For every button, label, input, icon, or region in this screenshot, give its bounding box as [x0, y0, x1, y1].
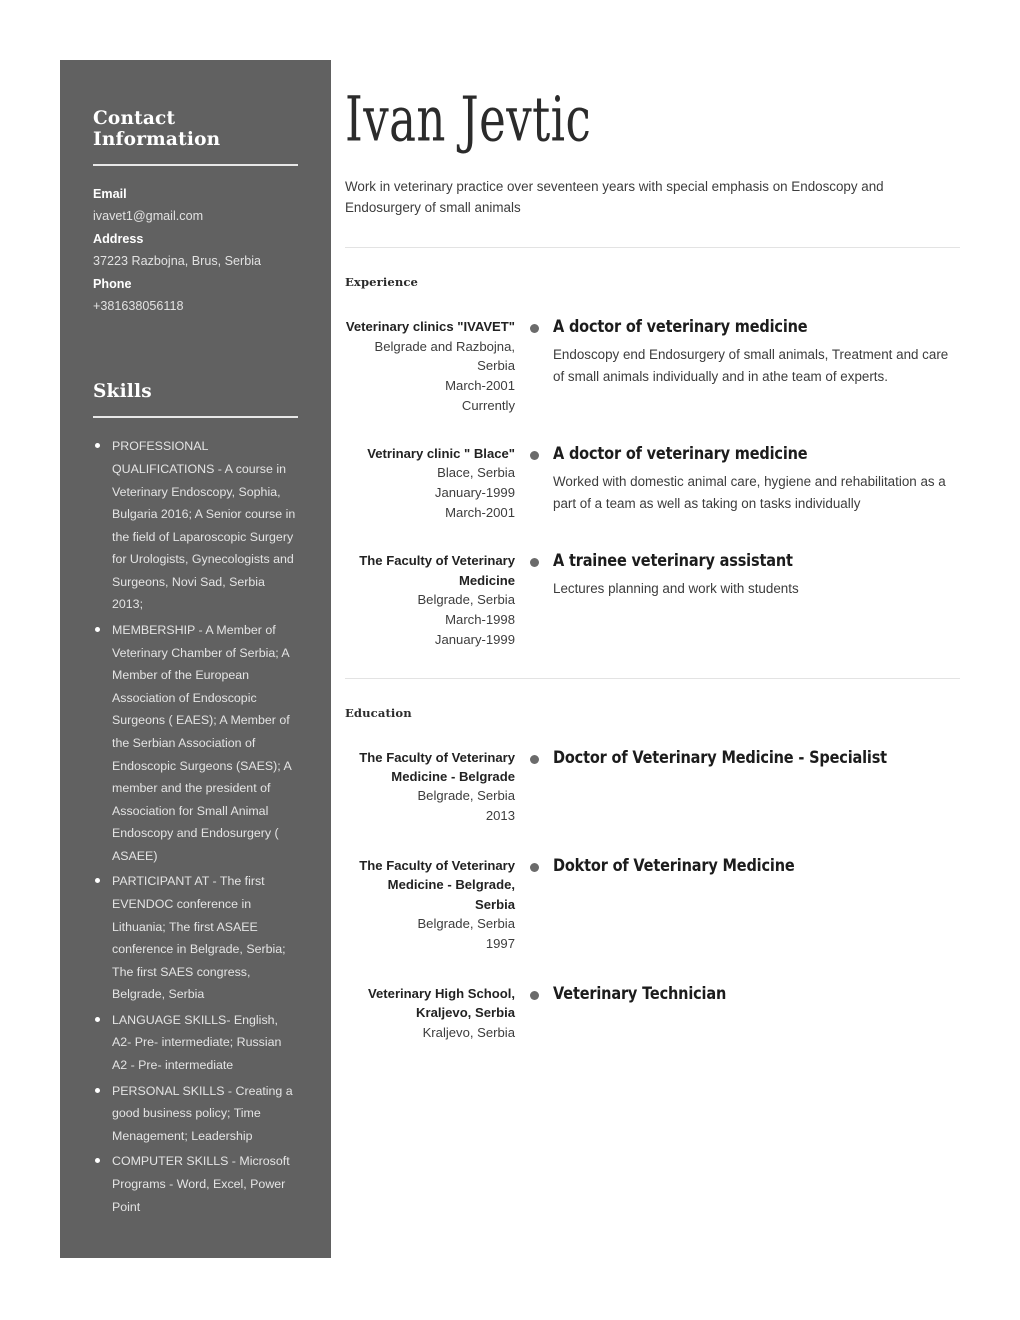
entry-bullet: [515, 748, 553, 827]
entry-start-date: March-2001: [445, 378, 515, 394]
entry-meta: Vetrinary clinic " Blace" Blace, Serbia …: [345, 444, 515, 523]
education-section-title: Education: [345, 705, 412, 720]
entry-meta: The Faculty of Veterinary Medicine - Bel…: [345, 748, 515, 827]
entry-meta: Veterinary High School, Kraljevo, Serbia…: [345, 984, 515, 1043]
section-divider-experience: [345, 247, 960, 249]
entry-bullet: [515, 984, 553, 1043]
entry-body: A doctor of veterinary medicine Worked w…: [553, 444, 960, 523]
sidebar: Contact Information Email ivavet1@gmail.…: [60, 60, 331, 1258]
job-description: Lectures planning and work with students: [553, 580, 799, 596]
school-name: The Faculty of Veterinary Medicine - Bel…: [359, 749, 515, 784]
entry-end-date: Currently: [461, 398, 515, 414]
contact-label-address: Address: [93, 231, 144, 246]
experience-entries: Veterinary clinics "IVAVET" Belgrade and…: [345, 317, 960, 649]
entry-meta: The Faculty of Veterinary Medicine - Bel…: [345, 856, 515, 954]
list-item: PERSONAL SKILLS - Creating a good busine…: [93, 1080, 298, 1148]
degree-title: Doktor of Veterinary Medicine: [553, 856, 795, 876]
school-name: Veterinary High School, Kraljevo, Serbia: [368, 986, 515, 1021]
bullet-dot-icon: [529, 863, 539, 873]
resume-page: Contact Information Email ivavet1@gmail.…: [0, 0, 1020, 1320]
bullet-dot-icon: [529, 991, 539, 1000]
page-title: Ivan Jevtic: [345, 83, 592, 156]
skills-list: PROFESSIONAL QUALIFICATIONS - A course i…: [93, 435, 298, 1218]
organization-name: The Faculty of Veterinary Medicine: [359, 553, 515, 588]
experience-entry: The Faculty of Veterinary Medicine Belgr…: [345, 551, 960, 649]
job-description: Worked with domestic animal care, hygien…: [553, 473, 946, 511]
list-item: COMPUTER SKILLS - Microsoft Programs - W…: [93, 1150, 298, 1218]
entry-location: Belgrade, Serbia: [417, 788, 515, 804]
entry-bullet: [515, 317, 553, 416]
school-name: The Faculty of Veterinary Medicine - Bel…: [359, 858, 515, 912]
entry-location: Kraljevo, Serbia: [422, 1024, 515, 1040]
contact-block: Email ivavet1@gmail.com Address 37223 Ra…: [93, 183, 298, 317]
list-item: LANGUAGE SKILLS- English, A2- Pre- inter…: [93, 1009, 298, 1077]
job-title: A doctor of veterinary medicine: [553, 317, 808, 337]
experience-entry: Vetrinary clinic " Blace" Blace, Serbia …: [345, 444, 960, 523]
entry-start-date: 1997: [485, 936, 515, 952]
education-entry: The Faculty of Veterinary Medicine - Bel…: [345, 748, 960, 827]
entry-bullet: [515, 856, 553, 954]
entry-location: Belgrade, Serbia: [417, 591, 515, 607]
list-item: PARTICIPANT AT - The first EVENDOC confe…: [93, 870, 298, 1005]
degree-title: Veterinary Technician: [553, 984, 727, 1003]
entry-end-date: January-1999: [434, 631, 515, 647]
bullet-dot-icon: [529, 324, 539, 334]
entry-body: Doctor of Veterinary Medicine - Speciali…: [553, 748, 960, 827]
entry-meta: Veterinary clinics "IVAVET" Belgrade and…: [345, 317, 515, 416]
organization-name: Veterinary clinics "IVAVET": [345, 319, 515, 335]
education-entries: The Faculty of Veterinary Medicine - Bel…: [345, 748, 960, 1043]
entry-end-date: March-2001: [445, 505, 515, 521]
contact-value-phone: +381638056118: [93, 299, 184, 314]
entry-location: Belgrade and Razbojna, Serbia: [374, 338, 516, 374]
entry-bullet: [515, 551, 553, 649]
contact-label-phone: Phone: [93, 276, 132, 291]
entry-location: Belgrade, Serbia: [417, 916, 515, 932]
job-title: A trainee veterinary assistant: [553, 551, 793, 571]
skills-heading-rule: [93, 416, 298, 419]
list-item: MEMBERSHIP - A Member of Veterinary Cham…: [93, 619, 298, 867]
organization-name: Vetrinary clinic " Blace": [367, 446, 515, 462]
contact-heading-rule: [93, 164, 298, 166]
experience-entry: Veterinary clinics "IVAVET" Belgrade and…: [345, 317, 960, 416]
section-divider-education: [345, 677, 960, 679]
job-description: Endoscopy end Endosurgery of small anima…: [553, 346, 949, 384]
entry-body: A trainee veterinary assistant Lectures …: [553, 551, 960, 649]
entry-body: Veterinary Technician: [553, 984, 960, 1043]
job-title: A doctor of veterinary medicine: [553, 444, 808, 464]
experience-section-title: Experience: [345, 275, 418, 290]
bullet-dot-icon: [529, 558, 539, 568]
list-item: PROFESSIONAL QUALIFICATIONS - A course i…: [93, 435, 298, 616]
entry-start-date: 2013: [485, 808, 515, 824]
entry-body: A doctor of veterinary medicine Endoscop…: [553, 317, 960, 416]
entry-meta: The Faculty of Veterinary Medicine Belgr…: [345, 551, 515, 649]
contact-value-address: 37223 Razbojna, Brus, Serbia: [93, 254, 262, 269]
contact-label-email: Email: [93, 187, 127, 201]
entry-bullet: [515, 444, 553, 523]
contact-value-email: ivavet1@gmail.com: [93, 209, 204, 224]
degree-title: Doctor of Veterinary Medicine - Speciali…: [553, 747, 887, 767]
bullet-dot-icon: [529, 451, 539, 461]
entry-location: Blace, Serbia: [437, 465, 515, 481]
contact-information-heading: Contact Information: [93, 108, 221, 150]
profile-summary: Work in veterinary practice over sevente…: [345, 178, 884, 216]
education-entry: Veterinary High School, Kraljevo, Serbia…: [345, 984, 960, 1043]
education-entry: The Faculty of Veterinary Medicine - Bel…: [345, 856, 960, 954]
entry-start-date: January-1999: [434, 485, 515, 501]
entry-start-date: March-1998: [445, 611, 515, 627]
skills-heading: Skills: [93, 381, 152, 403]
entry-body: Doktor of Veterinary Medicine: [553, 856, 960, 954]
main-content: Ivan Jevtic Work in veterinary practice …: [345, 60, 960, 1073]
bullet-dot-icon: [529, 754, 539, 764]
